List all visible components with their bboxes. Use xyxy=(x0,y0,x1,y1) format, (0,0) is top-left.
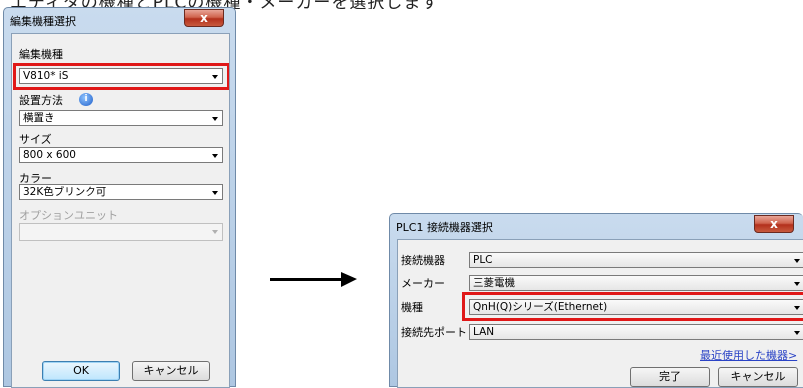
install-select[interactable]: 横置き xyxy=(19,110,223,126)
close-button[interactable]: x xyxy=(184,9,224,27)
port-select[interactable]: LAN xyxy=(469,324,803,340)
chevron-down-icon xyxy=(212,154,218,158)
dialog-title: PLC1 接続機器選択 xyxy=(396,221,493,234)
chevron-down-icon xyxy=(794,331,800,335)
edit-model-dialog: 編集機種選択 x 編集機種 V810* iS 設置方法 i 横置き サイズ 80… xyxy=(3,7,236,388)
recent-devices-link[interactable]: 最近使用した機器> xyxy=(700,347,797,363)
arrow-line xyxy=(270,278,342,281)
chevron-down-icon xyxy=(794,259,800,263)
field-label-model: 編集機種 xyxy=(19,48,63,61)
row-label-maker: メーカー xyxy=(401,277,445,290)
ok-button[interactable]: OK xyxy=(42,361,120,381)
row-label-port: 接続先ポート xyxy=(401,326,467,339)
highlight-box xyxy=(13,63,229,90)
row-label-model: 機種 xyxy=(401,301,423,314)
device-select[interactable]: PLC xyxy=(469,252,803,268)
field-label-option-unit: オプションユニット xyxy=(19,209,118,222)
plc-connection-dialog: PLC1 接続機器選択 x 接続機器 PLC メーカー 三菱電機 機種 QnH(… xyxy=(389,213,803,388)
title-bar: 編集機種選択 x xyxy=(4,8,235,32)
done-button[interactable]: 完了 xyxy=(630,367,710,387)
install-select-value: 横置き xyxy=(23,112,55,124)
maker-select-value: 三菱電機 xyxy=(473,277,515,289)
maker-select[interactable]: 三菱電機 xyxy=(469,275,803,291)
chevron-down-icon xyxy=(794,282,800,286)
field-label-install: 設置方法 xyxy=(19,94,63,107)
color-select-value: 32K色ブリンク可 xyxy=(23,186,107,198)
size-select-value: 800 x 600 xyxy=(23,149,76,161)
close-button[interactable]: x xyxy=(754,215,794,233)
port-select-value: LAN xyxy=(473,326,495,338)
color-select[interactable]: 32K色ブリンク可 xyxy=(19,184,223,200)
device-select-value: PLC xyxy=(473,254,493,266)
close-icon: x xyxy=(200,11,208,25)
chevron-down-icon xyxy=(212,230,218,234)
cancel-button[interactable]: キャンセル xyxy=(132,361,210,381)
field-label-size: サイズ xyxy=(19,133,52,146)
dialog-body: 接続機器 PLC メーカー 三菱電機 機種 QnH(Q)シリーズ(Etherne… xyxy=(397,239,803,388)
highlight-box xyxy=(462,292,803,321)
chevron-down-icon xyxy=(212,191,218,195)
dialog-title: 編集機種選択 xyxy=(10,15,76,28)
chevron-down-icon xyxy=(212,117,218,121)
title-bar: PLC1 接続機器選択 x xyxy=(390,214,803,238)
info-icon[interactable]: i xyxy=(79,93,93,106)
option-unit-select xyxy=(19,223,223,241)
size-select[interactable]: 800 x 600 xyxy=(19,147,223,163)
close-icon: x xyxy=(770,217,778,231)
dialog-body: 編集機種 V810* iS 設置方法 i 横置き サイズ 800 x 600 カ… xyxy=(11,33,230,388)
row-label-device: 接続機器 xyxy=(401,254,445,267)
cancel-button[interactable]: キャンセル xyxy=(718,367,798,387)
arrow-right-icon xyxy=(341,272,357,287)
